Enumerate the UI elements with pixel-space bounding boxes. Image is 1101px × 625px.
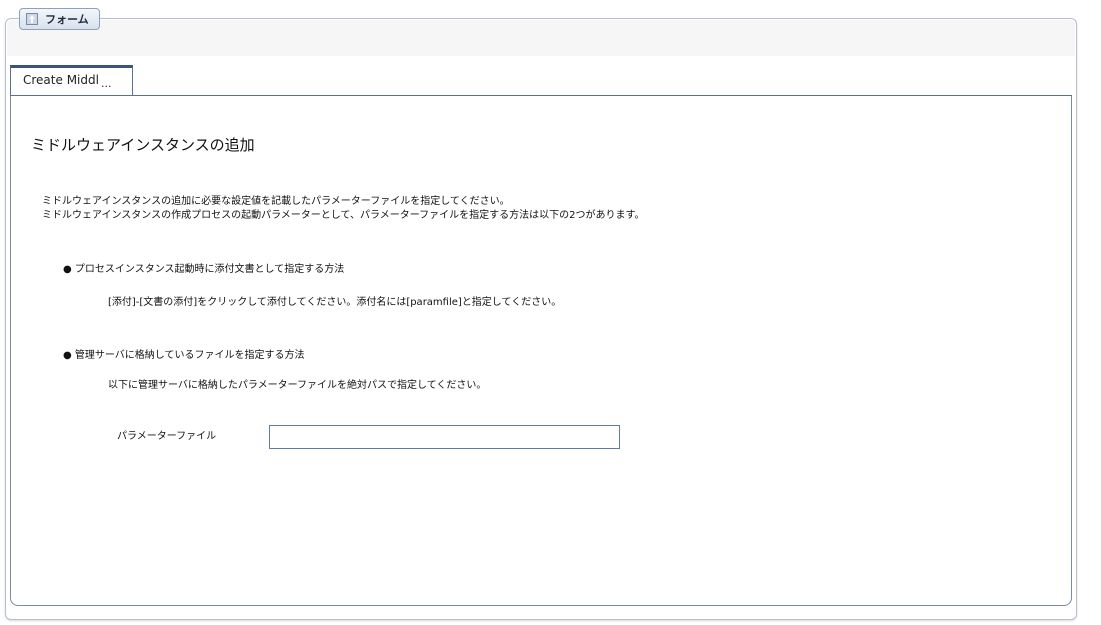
description-line: ミドルウェアインスタンスの作成プロセスの起動パラメーターとして、パラメーターファ… — [42, 210, 645, 221]
method-heading-attachment: ● プロセスインスタンス起動時に添付文書として指定する方法 — [63, 264, 345, 275]
form-legend-label: フォーム — [45, 13, 89, 26]
collapse-up-icon[interactable] — [26, 13, 38, 25]
tab-bar: Create Middle ... — [10, 65, 1072, 97]
method-heading-server-file: ● 管理サーバに格納しているファイルを指定する方法 — [63, 350, 305, 361]
param-file-label: パラメーターファイル — [117, 431, 217, 442]
form-legend-toggle[interactable]: フォーム — [19, 8, 100, 30]
frame-header-band — [7, 20, 1075, 56]
tab-label: Create Middle — [23, 73, 99, 87]
description-line: ミドルウェアインスタンスの追加に必要な設定値を記載したパラメーターファイルを指定… — [42, 196, 510, 207]
param-file-input[interactable] — [269, 425, 620, 449]
tab-overflow-ellipsis: ... — [101, 77, 112, 90]
page-title: ミドルウェアインスタンスの追加 — [31, 136, 255, 154]
tab-create-middleware[interactable]: Create Middle ... — [10, 65, 133, 95]
method-detail-server-file: 以下に管理サーバに格納したパラメーターファイルを絶対パスで指定してください。 — [108, 380, 487, 391]
method-detail-attachment: [添付]-[文書の添付]をクリックして添付してください。添付名には[paramf… — [108, 297, 562, 308]
